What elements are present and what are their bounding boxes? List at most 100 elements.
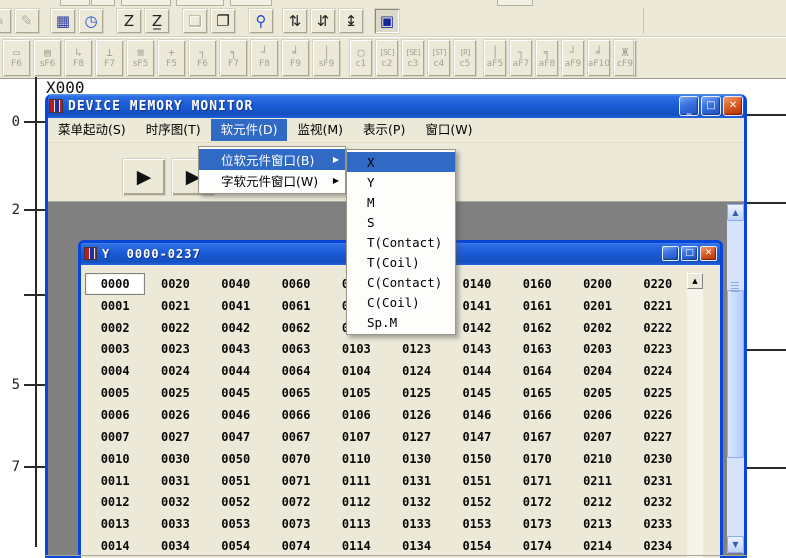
grid-cell-0004[interactable]: 0004	[85, 360, 145, 382]
grid-cell-0112[interactable]: 0112	[326, 491, 386, 513]
submenu-item-T(Contact)[interactable]: T(Contact)	[347, 232, 455, 252]
grid-cell-0065[interactable]: 0065	[266, 382, 326, 404]
grid-cell-0230[interactable]: 0230	[628, 448, 688, 470]
menu-item-3[interactable]: 软元件(D)	[211, 119, 288, 141]
grid-cell-0105[interactable]: 0105	[326, 382, 386, 404]
grid-cell-0205[interactable]: 0205	[567, 382, 627, 404]
grid-cell-0130[interactable]: 0130	[386, 448, 446, 470]
grid-cell-0073[interactable]: 0073	[266, 513, 326, 535]
grid-cell-0151[interactable]: 0151	[447, 470, 507, 492]
grid-cell-0062[interactable]: 0062	[266, 317, 326, 339]
grid-cell-0003[interactable]: 0003	[85, 339, 145, 361]
grid-cell-0126[interactable]: 0126	[386, 404, 446, 426]
grid-cell-0167[interactable]: 0167	[507, 426, 567, 448]
scroll-up-button[interactable]: ▲	[687, 273, 703, 289]
grid-cell-0232[interactable]: 0232	[628, 491, 688, 513]
device-grid-button[interactable]: ▦	[50, 8, 76, 34]
ladder-button-F9[interactable]: ╛F9	[281, 39, 310, 77]
ladder-button-c2[interactable]: [SC]c2	[375, 39, 399, 77]
menu-item-2[interactable]: 时序图(T)	[136, 119, 211, 141]
grid-cell-0030[interactable]: 0030	[145, 448, 205, 470]
grid-cell-0021[interactable]: 0021	[145, 295, 205, 317]
grid-cell-0005[interactable]: 0005	[85, 382, 145, 404]
grid-cell-0134[interactable]: 0134	[386, 535, 446, 557]
grid-cell-0071[interactable]: 0071	[266, 470, 326, 492]
grid-cell-0020[interactable]: 0020	[145, 273, 205, 295]
ladder-button-F6[interactable]: ▭F6	[2, 39, 31, 77]
grid-cell-0103[interactable]: 0103	[326, 339, 386, 361]
grid-cell-0011[interactable]: 0011	[85, 470, 145, 492]
ladder-button-sF6[interactable]: ▤sF6	[33, 39, 62, 77]
grid-cell-0104[interactable]: 0104	[326, 360, 386, 382]
grid-cell-0010[interactable]: 0010	[85, 448, 145, 470]
monitor-titlebar[interactable]: DEVICE MEMORY MONITOR _□✕	[45, 94, 747, 118]
ladder-button-c1[interactable]: ▢c1	[349, 39, 373, 77]
scroll-up-button[interactable]: ▲	[727, 204, 744, 221]
ladder-button-c4[interactable]: [ST]c4	[427, 39, 451, 77]
submenu-item-C(Contact)[interactable]: C(Contact)	[347, 272, 455, 292]
grid-cell-0023[interactable]: 0023	[145, 339, 205, 361]
grid-cell-0123[interactable]: 0123	[386, 339, 446, 361]
ladder-button-aF9[interactable]: ┘aF9	[561, 39, 585, 77]
swap-row-button[interactable]: ↨	[338, 8, 364, 34]
grid-cell-0114[interactable]: 0114	[326, 535, 386, 557]
grid-cell-0001[interactable]: 0001	[85, 295, 145, 317]
grid-cell-0162[interactable]: 0162	[507, 317, 567, 339]
find-device-button[interactable]: ⚲	[248, 8, 274, 34]
grid-cell-0132[interactable]: 0132	[386, 491, 446, 513]
grid-cell-0221[interactable]: 0221	[628, 295, 688, 317]
grid-cell-0070[interactable]: 0070	[266, 448, 326, 470]
submenu-item-Y[interactable]: Y	[347, 172, 455, 192]
grid-cell-0007[interactable]: 0007	[85, 426, 145, 448]
grid-cell-0107[interactable]: 0107	[326, 426, 386, 448]
ladder-button-sF9[interactable]: │sF9	[312, 39, 341, 77]
grid-cell-0074[interactable]: 0074	[266, 535, 326, 557]
menu-item-1[interactable]: 位软元件窗口(B)▶	[199, 149, 345, 170]
grid-cell-0033[interactable]: 0033	[145, 513, 205, 535]
submenu-item-M[interactable]: M	[347, 192, 455, 212]
grid-cell-0050[interactable]: 0050	[206, 448, 266, 470]
grid-cell-0231[interactable]: 0231	[628, 470, 688, 492]
maximize-button[interactable]: □	[701, 96, 721, 116]
edge-cut-button[interactable]: ✎	[0, 8, 12, 34]
monitor-mode-button[interactable]: ▣	[374, 8, 400, 34]
ladder-button-F7[interactable]: ⊥F7	[95, 39, 124, 77]
close-button[interactable]: ✕	[723, 96, 743, 116]
grid-cell-0034[interactable]: 0034	[145, 535, 205, 557]
grid-cell-0042[interactable]: 0042	[206, 317, 266, 339]
grid-cell-0152[interactable]: 0152	[447, 491, 507, 513]
grid-cell-0170[interactable]: 0170	[507, 448, 567, 470]
grid-cell-0133[interactable]: 0133	[386, 513, 446, 535]
grid-cell-0213[interactable]: 0213	[567, 513, 627, 535]
grid-cell-0164[interactable]: 0164	[507, 360, 567, 382]
grid-cell-0211[interactable]: 0211	[567, 470, 627, 492]
grid-cell-0064[interactable]: 0064	[266, 360, 326, 382]
grid-cell-0127[interactable]: 0127	[386, 426, 446, 448]
submenu-item-Sp.M[interactable]: Sp.M	[347, 312, 455, 332]
grid-cell-0060[interactable]: 0060	[266, 273, 326, 295]
grid-cell-0026[interactable]: 0026	[145, 404, 205, 426]
grid-cell-0206[interactable]: 0206	[567, 404, 627, 426]
menu-item-5[interactable]: 表示(P)	[353, 119, 415, 141]
grid-cell-0153[interactable]: 0153	[447, 513, 507, 535]
grid-cell-0147[interactable]: 0147	[447, 426, 507, 448]
grid-cell-0154[interactable]: 0154	[447, 535, 507, 557]
grid-cell-0227[interactable]: 0227	[628, 426, 688, 448]
grid-cell-0067[interactable]: 0067	[266, 426, 326, 448]
grid-cell-0174[interactable]: 0174	[507, 535, 567, 557]
menu-item-6[interactable]: 窗口(W)	[415, 119, 482, 141]
menu-item-1[interactable]: 菜单起动(S)	[48, 119, 136, 141]
grid-cell-0202[interactable]: 0202	[567, 317, 627, 339]
grid-cell-0006[interactable]: 0006	[85, 404, 145, 426]
maximize-button[interactable]: □	[681, 246, 698, 261]
grid-cell-0045[interactable]: 0045	[206, 382, 266, 404]
grid-cell-0025[interactable]: 0025	[145, 382, 205, 404]
grid-cell-0032[interactable]: 0032	[145, 491, 205, 513]
grid-cell-0210[interactable]: 0210	[567, 448, 627, 470]
grid-cell-0110[interactable]: 0110	[326, 448, 386, 470]
grid-cell-0044[interactable]: 0044	[206, 360, 266, 382]
submenu-item-S[interactable]: S	[347, 212, 455, 232]
zoom-time-button[interactable]: ◷	[78, 8, 104, 34]
grid-cell-0172[interactable]: 0172	[507, 491, 567, 513]
grid-cell-0234[interactable]: 0234	[628, 535, 688, 557]
